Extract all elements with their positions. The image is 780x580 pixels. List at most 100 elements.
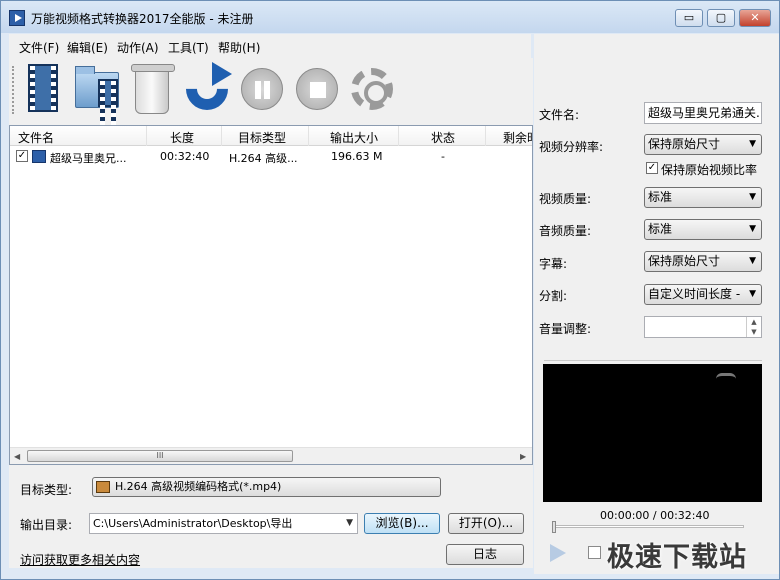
- chevron-down-icon: ▼: [749, 192, 756, 202]
- add-folder-icon: [75, 66, 119, 125]
- row-checkbox[interactable]: ✓: [16, 150, 28, 162]
- output-dir-label: 输出目录:: [20, 518, 73, 532]
- log-button[interactable]: 日志: [446, 544, 524, 565]
- row-status: -: [441, 150, 445, 163]
- open-button[interactable]: 打开(O)...: [448, 513, 524, 534]
- spin-up-icon[interactable]: ▲: [746, 317, 761, 327]
- convert-arrow-icon: [212, 62, 232, 86]
- filename-label: 文件名:: [539, 108, 580, 122]
- split-label: 分割:: [539, 289, 568, 303]
- play-icon[interactable]: [550, 544, 566, 562]
- divider: [544, 360, 762, 361]
- menu-file[interactable]: 文件(F): [19, 39, 59, 56]
- video-quality-select[interactable]: 标准 ▼: [644, 187, 762, 208]
- video-preview: [543, 364, 762, 502]
- audio-quality-value: 标准: [648, 222, 673, 236]
- pause-button[interactable]: [237, 62, 289, 118]
- subtitle-label: 字幕:: [539, 257, 568, 271]
- toolbar-grip: [12, 66, 16, 114]
- col-status[interactable]: 状态: [431, 129, 455, 146]
- convert-button[interactable]: [177, 59, 237, 119]
- resolution-select[interactable]: 保持原始尺寸 ▼: [644, 134, 762, 155]
- scroll-left-icon[interactable]: ◀: [14, 452, 20, 461]
- menu-action[interactable]: 动作(A): [117, 39, 159, 56]
- keep-ratio-checkbox[interactable]: ✓: [646, 162, 658, 174]
- col-filename[interactable]: 文件名: [18, 129, 54, 146]
- seek-track[interactable]: [554, 525, 744, 528]
- more-info-link[interactable]: 访问获取更多相关内容: [20, 551, 140, 568]
- row-size: 196.63 M: [331, 150, 383, 163]
- output-dir-value: C:\Users\Administrator\Desktop\导出: [93, 517, 293, 530]
- split-value: 自定义时间长度 -: [648, 287, 741, 301]
- resolution-label: 视频分辨率:: [539, 140, 604, 154]
- chevron-down-icon: ▼: [749, 139, 756, 149]
- output-dir-combo[interactable]: C:\Users\Administrator\Desktop\导出 ▼: [89, 513, 358, 534]
- add-video-icon: [28, 64, 58, 112]
- watermark-text: 极速下载站: [607, 542, 747, 573]
- seek-thumb[interactable]: [552, 521, 556, 533]
- spin-down-icon[interactable]: ▼: [746, 327, 761, 337]
- file-list-header: 文件名 长度 目标类型 输出大小 状态 剩余时: [10, 126, 532, 146]
- chevron-down-icon: ▼: [749, 256, 756, 266]
- close-button[interactable]: ✕: [739, 9, 771, 27]
- col-target-type[interactable]: 目标类型: [238, 129, 286, 146]
- settings-panel: 文件名: 超级马里奥兄弟通关. 视频分辨率: 保持原始尺寸 ▼ ✓ 保持原始视频比…: [534, 34, 779, 574]
- chevron-down-icon[interactable]: ▼: [346, 514, 353, 533]
- trash-icon: [131, 64, 175, 114]
- delete-button[interactable]: [127, 62, 179, 118]
- title-bar: 万能视频格式转换器2017全能版 - 未注册 ▭ ▢ ✕: [1, 1, 779, 33]
- preview-checkbox[interactable]: [588, 546, 601, 559]
- video-file-icon: [32, 150, 46, 163]
- col-divider: [146, 126, 147, 146]
- col-divider: [485, 126, 486, 146]
- col-divider: [221, 126, 222, 146]
- split-select[interactable]: 自定义时间长度 - ▼: [644, 284, 762, 305]
- file-list[interactable]: 文件名 长度 目标类型 输出大小 状态 剩余时 ✓ 超级马里奥兄... 00:3…: [9, 125, 533, 465]
- video-quality-label: 视频质量:: [539, 192, 592, 206]
- menu-help[interactable]: 帮助(H): [218, 39, 260, 56]
- menu-edit[interactable]: 编辑(E): [67, 39, 108, 56]
- browse-button[interactable]: 浏览(B)...: [364, 513, 440, 534]
- table-row[interactable]: ✓ 超级马里奥兄... 00:32:40 H.264 高级... 196.63 …: [10, 146, 532, 166]
- window-title: 万能视频格式转换器2017全能版 - 未注册: [31, 12, 254, 26]
- row-target: H.264 高级...: [229, 152, 298, 165]
- minimize-button[interactable]: ▭: [675, 9, 703, 27]
- format-film-icon: [96, 481, 110, 493]
- col-output-size[interactable]: 输出大小: [330, 129, 378, 146]
- settings-button[interactable]: [347, 62, 399, 118]
- video-logo: [716, 373, 736, 380]
- volume-label: 音量调整:: [539, 322, 592, 336]
- volume-spinner[interactable]: ▲ ▼: [644, 316, 762, 338]
- keep-ratio-label: 保持原始视频比率: [661, 163, 758, 177]
- video-quality-value: 标准: [648, 190, 673, 204]
- resolution-value: 保持原始尺寸: [648, 137, 721, 151]
- playback-time: 00:00:00 / 00:32:40: [600, 509, 710, 522]
- main-panel: 文件名 长度 目标类型 输出大小 状态 剩余时 ✓ 超级马里奥兄... 00:3…: [9, 58, 533, 568]
- menu-tools[interactable]: 工具(T): [168, 39, 209, 56]
- target-type-button[interactable]: H.264 高级视频编码格式(*.mp4): [92, 477, 441, 497]
- row-filename: 超级马里奥兄...: [50, 152, 127, 165]
- col-length[interactable]: 长度: [170, 129, 194, 146]
- add-folder-button[interactable]: [72, 62, 124, 125]
- col-divider: [398, 126, 399, 146]
- menu-bar: 文件(F) 编辑(E) 动作(A) 工具(T) 帮助(H): [9, 34, 531, 58]
- audio-quality-select[interactable]: 标准 ▼: [644, 219, 762, 240]
- target-type-value: H.264 高级视频编码格式(*.mp4): [115, 480, 282, 493]
- subtitle-select[interactable]: 保持原始尺寸 ▼: [644, 251, 762, 272]
- settings-gear-icon: [351, 68, 393, 110]
- col-remaining[interactable]: 剩余时: [503, 129, 532, 146]
- scroll-right-icon[interactable]: ▶: [520, 452, 526, 461]
- toolbar: [9, 58, 533, 125]
- row-length: 00:32:40: [160, 150, 210, 163]
- scroll-thumb[interactable]: III: [27, 450, 293, 462]
- pause-icon: [241, 68, 283, 110]
- add-video-button[interactable]: [18, 62, 70, 118]
- stop-button[interactable]: [292, 62, 344, 118]
- audio-quality-label: 音频质量:: [539, 224, 592, 238]
- app-icon: [9, 10, 25, 26]
- subtitle-value: 保持原始尺寸: [648, 254, 721, 268]
- filename-field[interactable]: 超级马里奥兄弟通关.: [644, 102, 762, 124]
- app-window: 万能视频格式转换器2017全能版 - 未注册 ▭ ▢ ✕ 文件(F) 编辑(E)…: [0, 0, 780, 580]
- maximize-button[interactable]: ▢: [707, 9, 735, 27]
- horizontal-scrollbar[interactable]: ◀ III ▶: [10, 447, 532, 464]
